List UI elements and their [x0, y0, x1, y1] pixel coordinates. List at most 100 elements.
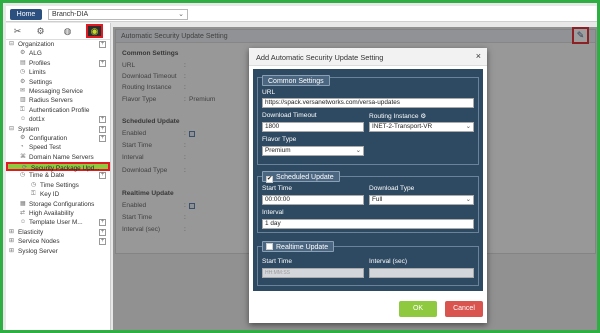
sidebar-item-label: Key ID: [40, 191, 60, 199]
key-icon: ⚿: [31, 191, 36, 198]
sidebar-item-label: Settings: [29, 78, 53, 86]
sidebar-item-label: Authentication Profile: [29, 106, 90, 114]
profile-icon: ▤: [20, 59, 26, 66]
sidebar-item-label: Syslog Server: [18, 247, 58, 255]
branch-select-value: Branch-DIA: [52, 11, 89, 18]
sidebar-item[interactable]: ⚙ ALG: [6, 49, 110, 58]
close-icon[interactable]: ×: [476, 51, 481, 61]
sidebar-item[interactable]: ⇄ High Availability: [6, 209, 110, 218]
chevron-down-icon: ⌄: [355, 147, 361, 154]
key-icon: ⚿: [20, 106, 25, 113]
ha-icon: ⇄: [20, 210, 26, 217]
flavor-type-value: Premium: [265, 147, 291, 154]
sidebar-item[interactable]: ⌘ Domain Name Servers: [6, 153, 110, 162]
add-icon[interactable]: +: [99, 125, 106, 133]
routing-instance-label: Routing Instance ⚙: [369, 112, 426, 120]
storage-icon: ▦: [20, 200, 26, 207]
top-bar: Home Branch-DIA ⌄: [6, 6, 597, 22]
plus-square-icon: ⊞: [9, 238, 15, 245]
sidebar-item-label: Radius Servers: [29, 97, 73, 105]
gauge-icon: ◔: [20, 144, 24, 151]
flavor-type-select[interactable]: Premium ⌄: [262, 146, 364, 156]
sidebar-item[interactable]: ⊟ System +: [6, 125, 110, 134]
interval-label: Interval: [262, 209, 284, 216]
add-icon[interactable]: +: [99, 59, 106, 67]
add-icon[interactable]: +: [99, 228, 106, 236]
add-icon[interactable]: +: [99, 219, 106, 227]
sidebar-item[interactable]: ◷ Time & Date +: [6, 171, 110, 180]
realtime-update-checkbox[interactable]: [266, 243, 273, 250]
sidebar-item-label: ALG: [29, 50, 42, 58]
sidebar-item[interactable]: ⟳ Security Package Upd...: [6, 162, 110, 172]
realtime-start-time-input[interactable]: HH:MM:SS: [262, 268, 364, 278]
realtime-interval-label: Interval (sec): [369, 258, 408, 265]
clock-icon: ◷: [20, 69, 26, 76]
minus-square-icon: ⊟: [9, 41, 15, 47]
gear-icon[interactable]: ⚙: [420, 113, 426, 120]
sidebar-item[interactable]: ◔ Speed Test: [6, 143, 110, 152]
sidebar-item[interactable]: ⊟ Organization +: [6, 40, 110, 49]
dialog-title: Add Automatic Security Update Setting: [256, 53, 384, 62]
url-input[interactable]: https://spack.versanetworks.com/versa-up…: [262, 98, 474, 108]
sidebar-item[interactable]: ☺ dot1x +: [6, 115, 110, 124]
sidebar-item[interactable]: ▦ Storage Configurations: [6, 200, 110, 209]
sidebar-tree: ⊟ Organization + ⚙ ALG ▤ Profiles + ◷ Limits ⚙ Sett…: [6, 40, 110, 256]
sidebar-item-label: System: [18, 125, 40, 133]
sidebar-item-label: High Availability: [29, 210, 74, 218]
gear-icon[interactable]: ⚙: [34, 25, 47, 38]
message-icon: ✉: [20, 87, 26, 94]
sidebar-item[interactable]: ⚿ Authentication Profile: [6, 106, 110, 115]
start-time-input[interactable]: 00:00:00: [262, 195, 364, 205]
sidebar-item[interactable]: ✉ Messaging Service: [6, 87, 110, 96]
add-icon[interactable]: +: [99, 134, 106, 142]
sidebar-item[interactable]: ◷ Limits: [6, 68, 110, 77]
home-button[interactable]: Home: [10, 9, 42, 20]
sidebar-item[interactable]: ◷ Time Settings: [6, 181, 110, 190]
add-update-setting-dialog: Add Automatic Security Update Setting × …: [249, 48, 487, 323]
time-icon: ◷: [31, 181, 37, 188]
sidebar-item-label: Messaging Service: [29, 87, 83, 95]
tools-icon[interactable]: ✂: [11, 25, 24, 38]
realtime-interval-input[interactable]: [369, 268, 474, 278]
add-icon[interactable]: +: [99, 172, 106, 180]
sidebar-item-label: Storage Configurations: [29, 200, 95, 208]
clock-icon: ◷: [20, 172, 26, 179]
appliance-icon[interactable]: ◉: [86, 24, 103, 38]
globe-icon[interactable]: ◍: [61, 25, 74, 38]
chevron-down-icon: ⌄: [465, 123, 471, 130]
sidebar-item-label: Service Nodes: [18, 238, 60, 246]
download-timeout-input[interactable]: 1800: [262, 122, 364, 132]
sidebar-item-label: Speed Test: [29, 144, 61, 152]
sidebar-item[interactable]: ⊞ Service Nodes +: [6, 237, 110, 246]
dialog-body: Common Settings URL https://spack.versan…: [253, 69, 483, 291]
sidebar-item[interactable]: ▤ Profiles +: [6, 59, 110, 68]
sidebar-item[interactable]: ☺ Template User M... +: [6, 218, 110, 227]
routing-instance-select[interactable]: INET-2-Transport-VR ⌄: [369, 122, 474, 132]
settings-icon: ⚙: [20, 78, 26, 85]
dialog-header: Add Automatic Security Update Setting ×: [249, 48, 487, 66]
scheduled-update-tag-label: Scheduled Update: [276, 174, 334, 181]
add-icon[interactable]: +: [99, 116, 106, 124]
scheduled-update-checkbox[interactable]: ✔: [266, 176, 273, 183]
sidebar-item[interactable]: ▥ Radius Servers: [6, 96, 110, 105]
add-icon[interactable]: +: [99, 238, 106, 246]
server-icon: ▥: [20, 97, 26, 104]
interval-input[interactable]: 1 day: [262, 219, 474, 229]
sidebar-item[interactable]: ⚙ Settings: [6, 78, 110, 87]
realtime-update-tag: Realtime Update: [262, 241, 335, 252]
sidebar-item[interactable]: ⊞ Elasticity +: [6, 228, 110, 237]
sidebar-item[interactable]: ⚿ Key ID: [6, 190, 110, 199]
cancel-button[interactable]: Cancel: [445, 301, 483, 317]
plus-square-icon: ⊞: [9, 228, 15, 235]
branch-select[interactable]: Branch-DIA ⌄: [48, 9, 188, 20]
common-settings-tag: Common Settings: [262, 75, 330, 86]
download-timeout-label: Download Timeout: [262, 112, 317, 119]
sidebar-item[interactable]: ⊞ Syslog Server: [6, 247, 110, 256]
sidebar-item[interactable]: ⚙ Configuration +: [6, 134, 110, 143]
sidebar-item-label: dot1x: [29, 116, 45, 124]
download-type-value: Full: [372, 196, 383, 203]
user-icon: ☺: [20, 219, 27, 226]
ok-button[interactable]: OK: [399, 301, 437, 317]
download-type-select[interactable]: Full ⌄: [369, 195, 474, 205]
add-icon[interactable]: +: [99, 41, 106, 48]
